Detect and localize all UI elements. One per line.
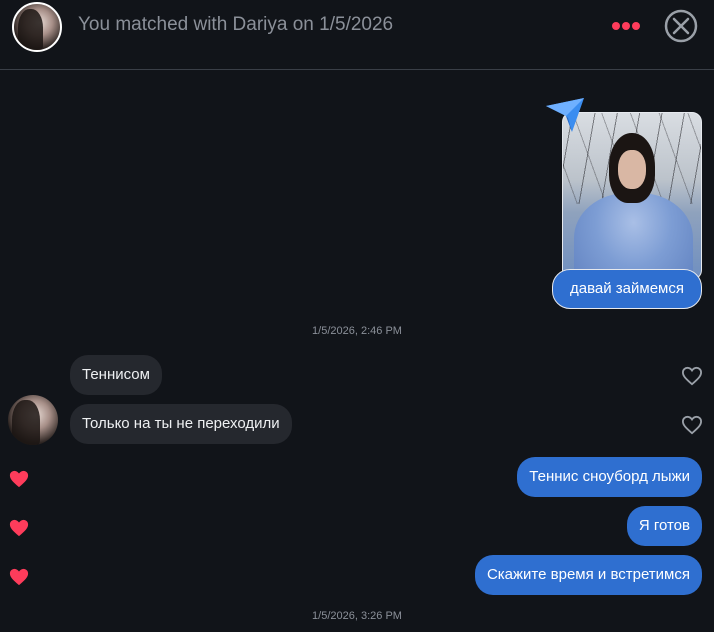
close-circle-icon — [664, 9, 698, 43]
incoming-message[interactable]: Только на ты не переходили — [70, 404, 292, 444]
more-dot-icon — [612, 22, 620, 30]
photo-coat — [574, 192, 693, 279]
timestamp: 1/5/2026, 2:46 PM — [312, 325, 402, 337]
match-title: You matched with Dariya on 1/5/2026 — [78, 14, 394, 35]
outgoing-message[interactable]: Скажите время и встретимся — [474, 555, 702, 595]
heart-outline-icon[interactable] — [681, 415, 703, 435]
outgoing-message-caption[interactable]: давай займемся — [552, 269, 702, 309]
heart-filled-icon — [9, 568, 29, 586]
timestamp: 1/5/2026, 3:26 PM — [312, 610, 402, 622]
photo-face — [618, 149, 646, 190]
avatar-hair — [12, 400, 40, 445]
more-dot-icon — [632, 22, 640, 30]
outgoing-message[interactable]: Я готов — [626, 506, 702, 546]
match-avatar[interactable] — [12, 2, 62, 52]
sender-avatar[interactable] — [8, 395, 58, 445]
more-dot-icon — [622, 22, 630, 30]
heart-filled-icon — [9, 519, 29, 537]
incoming-message[interactable]: Теннисом — [70, 355, 162, 395]
heart-outline-icon[interactable] — [681, 366, 703, 386]
close-chat-button[interactable] — [664, 9, 698, 43]
heart-filled-icon — [9, 470, 29, 488]
more-options-button[interactable] — [612, 22, 642, 32]
avatar-hair — [17, 8, 43, 50]
paper-plane-icon — [546, 98, 584, 132]
sent-photo[interactable] — [562, 112, 702, 280]
outgoing-message[interactable]: Теннис сноуборд лыжи — [517, 457, 702, 497]
chat-header: You matched with Dariya on 1/5/2026 — [0, 0, 714, 70]
